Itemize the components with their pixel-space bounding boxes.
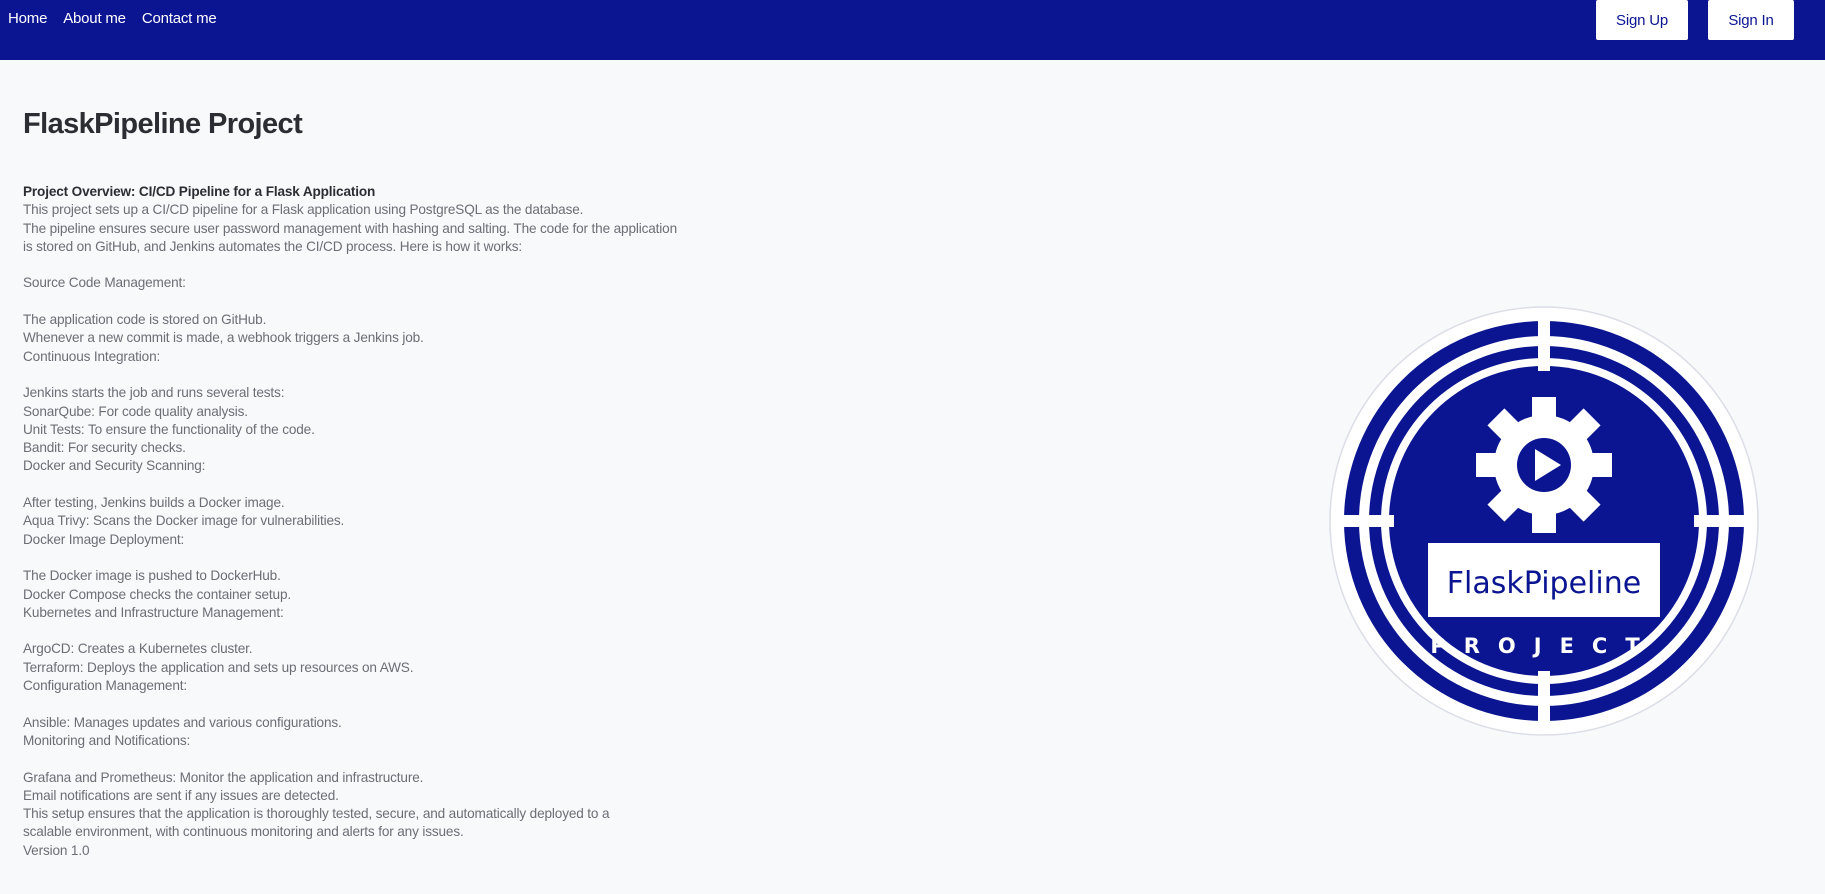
description-line: is stored on GitHub, and Jenkins automat… <box>23 238 523 254</box>
description-line: Source Code Management: <box>23 275 186 291</box>
description-line: Version 1.0 <box>23 842 90 858</box>
logo-subtitle: PROJECT <box>1430 634 1657 658</box>
description-line: The Docker image is pushed to DockerHub. <box>23 568 281 584</box>
description-line: Docker Compose checks the container setu… <box>23 586 291 602</box>
gear-play-icon <box>1476 397 1612 533</box>
description-line: After testing, Jenkins builds a Docker i… <box>23 495 285 511</box>
description-line: Kubernetes and Infrastructure Management… <box>23 604 284 620</box>
description-line: scalable environment, with continuous mo… <box>23 824 464 840</box>
nav-link-about-me[interactable]: About me <box>63 10 126 27</box>
description-line: This setup ensures that the application … <box>23 806 610 822</box>
description-line: The pipeline ensures secure user passwor… <box>23 220 677 236</box>
sign-up-button[interactable]: Sign Up <box>1596 0 1688 40</box>
description-line: Whenever a new commit is made, a webhook… <box>23 330 424 346</box>
overview-heading: Project Overview: CI/CD Pipeline for a F… <box>23 184 376 199</box>
top-navbar: Home About me Contact me Sign Up Sign In <box>0 0 1825 60</box>
description-line: Continuous Integration: <box>23 348 161 364</box>
description-line: This project sets up a CI/CD pipeline fo… <box>23 202 584 218</box>
project-description: Project Overview: CI/CD Pipeline for a F… <box>23 183 723 860</box>
logo-name: FlaskPipeline <box>1447 566 1641 601</box>
description-line: Docker and Security Scanning: <box>23 458 206 474</box>
description-line: ArgoCD: Creates a Kubernetes cluster. <box>23 641 253 657</box>
sign-in-button[interactable]: Sign In <box>1708 0 1794 40</box>
nav-link-contact-me[interactable]: Contact me <box>142 10 217 27</box>
description-line: Ansible: Manages updates and various con… <box>23 714 342 730</box>
nav-link-home[interactable]: Home <box>8 10 47 27</box>
description-line: Monitoring and Notifications: <box>23 732 191 748</box>
description-line: Grafana and Prometheus: Monitor the appl… <box>23 769 424 785</box>
description-line: Email notifications are sent if any issu… <box>23 787 339 803</box>
description-line: Unit Tests: To ensure the functionality … <box>23 421 315 437</box>
nav-links: Home About me Contact me <box>8 10 217 27</box>
description-line: Docker Image Deployment: <box>23 531 185 547</box>
flaskpipeline-logo: FlaskPipeline PROJECT <box>1329 306 1759 736</box>
description-line: Terraform: Deploys the application and s… <box>23 659 414 675</box>
description-line: Bandit: For security checks. <box>23 440 186 456</box>
description-line: SonarQube: For code quality analysis. <box>23 403 248 419</box>
description-line: Configuration Management: <box>23 678 188 694</box>
description-line: Aqua Trivy: Scans the Docker image for v… <box>23 513 345 529</box>
description-line: Jenkins starts the job and runs several … <box>23 385 285 401</box>
description-line: The application code is stored on GitHub… <box>23 312 267 328</box>
page-title: FlaskPipeline Project <box>23 108 303 140</box>
